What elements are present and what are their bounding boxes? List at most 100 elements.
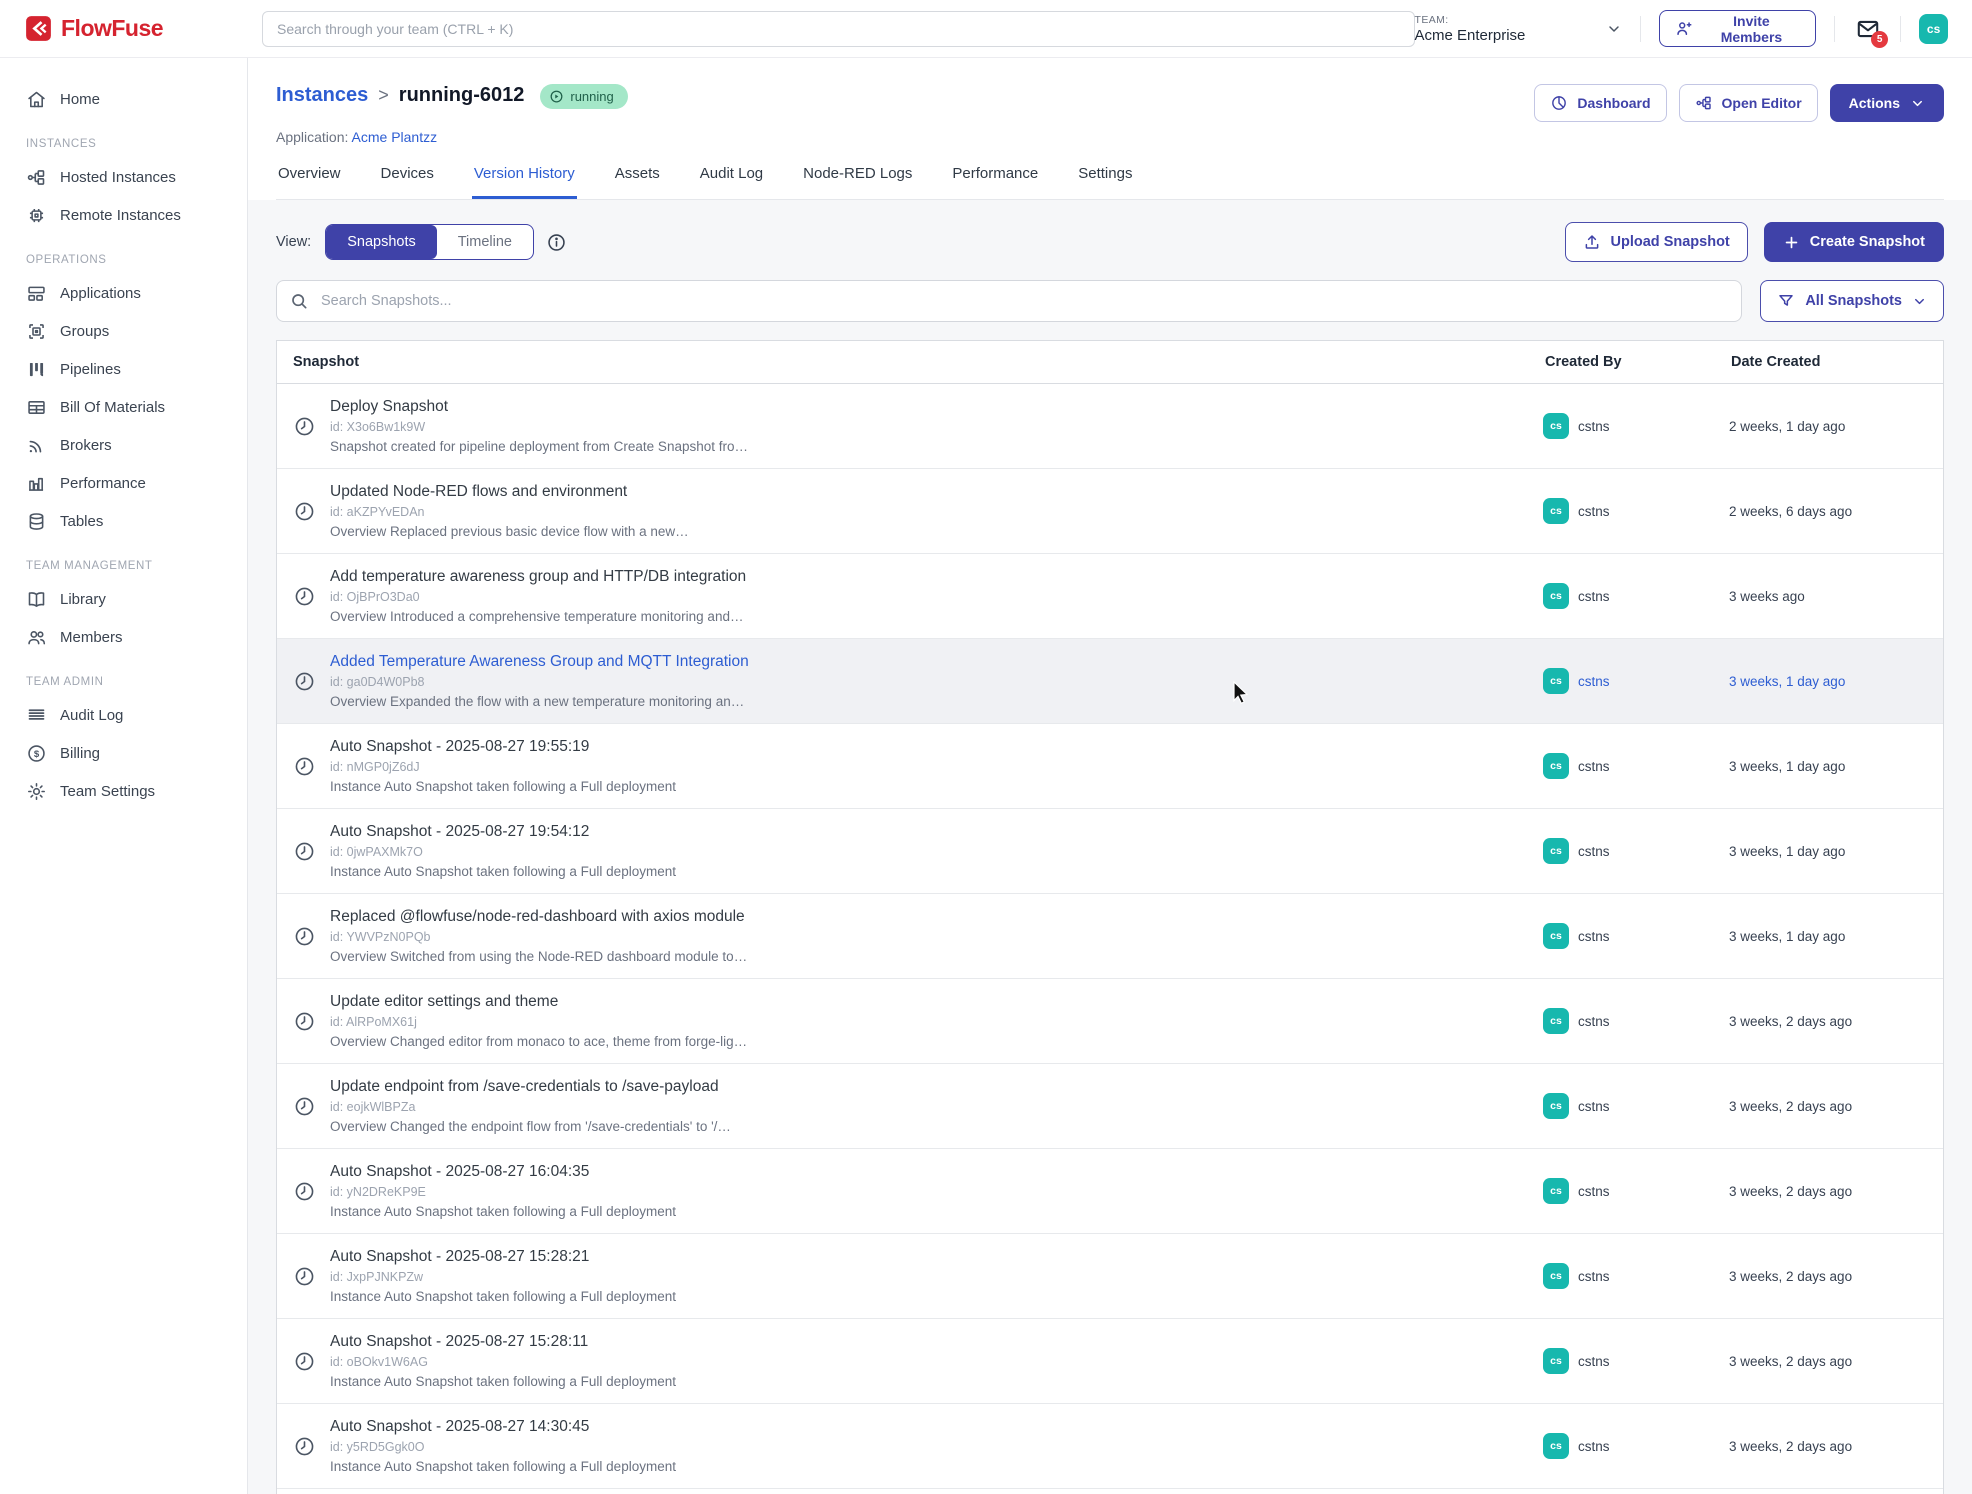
table-row[interactable]: Deploy Snapshot id: X3o6Bw1k9W Snapshot … [277, 384, 1943, 469]
sidebar-item-tables[interactable]: Tables [0, 502, 247, 540]
sidebar-item-remote-instances[interactable]: Remote Instances [0, 196, 247, 234]
snapshot-title[interactable]: Updated Node-RED flows and environment [330, 483, 689, 501]
version-history-content: View: Snapshots Timeline Upload Snapshot [248, 200, 1972, 1494]
sidebar-item-pipelines[interactable]: Pipelines [0, 350, 247, 388]
date-created: 3 weeks, 2 days ago [1729, 1064, 1929, 1148]
table-row[interactable]: Add temperature awareness group and HTTP… [277, 554, 1943, 639]
column-header-snapshot: Snapshot [291, 341, 1543, 383]
divider [1834, 16, 1835, 42]
creator-avatar: cs [1543, 1093, 1569, 1119]
breadcrumb: Instances > running-6012 [276, 84, 524, 107]
snapshot-title[interactable]: Auto Snapshot - 2025-08-27 15:28:21 [330, 1248, 676, 1266]
clock-icon [293, 1350, 316, 1373]
snapshot-title[interactable]: Add temperature awareness group and HTTP… [330, 568, 746, 586]
creator-name: cstns [1578, 589, 1610, 604]
sidebar-item-members[interactable]: Members [0, 618, 247, 656]
upload-snapshot-button[interactable]: Upload Snapshot [1565, 222, 1748, 262]
dashboard-button[interactable]: Dashboard [1534, 84, 1666, 122]
create-snapshot-button[interactable]: Create Snapshot [1764, 222, 1944, 262]
sidebar-item-audit-log[interactable]: Audit Log [0, 696, 247, 734]
snapshot-title[interactable]: Auto Snapshot - 2025-08-27 19:55:19 [330, 738, 676, 756]
table-row[interactable]: Auto Snapshot - 2025-08-27 15:28:11 id: … [277, 1319, 1943, 1404]
team-selector[interactable]: TEAM: Acme Enterprise [1415, 14, 1623, 44]
editor-flow-icon [1695, 94, 1713, 112]
table-row[interactable]: Auto Snapshot - 2025-08-27 19:55:19 id: … [277, 724, 1943, 809]
sidebar-item-library[interactable]: Library [0, 580, 247, 618]
snapshot-id: id: X3o6Bw1k9W [330, 420, 748, 434]
table-row[interactable]: Auto Snapshot - 2025-08-27 16:04:35 id: … [277, 1149, 1943, 1234]
invite-members-button[interactable]: Invite Members [1659, 10, 1816, 47]
table-row[interactable]: Update endpoint from /save-credentials t… [277, 1064, 1943, 1149]
notifications-button[interactable]: 5 [1853, 14, 1882, 44]
hosted-instances-icon [26, 167, 47, 188]
snapshot-title[interactable]: Auto Snapshot - 2025-08-27 15:28:11 [330, 1333, 676, 1351]
table-row[interactable]: Auto Snapshot - 2025-08-27 19:54:12 id: … [277, 809, 1943, 894]
table-row[interactable]: Added Temperature Awareness Group and MQ… [277, 639, 1943, 724]
snapshot-title[interactable]: Auto Snapshot - 2025-08-27 19:54:12 [330, 823, 676, 841]
tab[interactable]: Devices [379, 165, 436, 199]
creator-avatar: cs [1543, 498, 1569, 524]
tab[interactable]: Settings [1076, 165, 1134, 199]
user-avatar[interactable]: cs [1919, 14, 1948, 44]
snapshot-id: id: yN2DReKP9E [330, 1185, 676, 1199]
date-created: 3 weeks, 2 days ago [1729, 1319, 1929, 1403]
table-row[interactable]: Auto Snapshot - 2025-08-27 15:28:21 id: … [277, 1234, 1943, 1319]
creator-name: cstns [1578, 1184, 1610, 1199]
tab[interactable]: Overview [276, 165, 343, 199]
snapshot-filter-label: All Snapshots [1805, 293, 1902, 309]
sidebar-section-operations: OPERATIONS [26, 254, 247, 266]
sidebar-item-billing[interactable]: $ Billing [0, 734, 247, 772]
team-search-input[interactable] [262, 11, 1415, 47]
tables-icon [26, 511, 47, 532]
actions-label: Actions [1849, 95, 1900, 111]
column-header-date-created: Date Created [1729, 341, 1929, 383]
sidebar-item-groups[interactable]: Groups [0, 312, 247, 350]
tab[interactable]: Version History [472, 165, 577, 199]
snapshot-title[interactable]: Auto Snapshot - 2025-08-27 14:30:45 [330, 1418, 676, 1436]
snapshot-search-input[interactable] [276, 280, 1742, 322]
page-title: running-6012 [399, 84, 525, 107]
creator-name: cstns [1578, 504, 1610, 519]
sidebar-item-label: Remote Instances [60, 207, 181, 224]
clock-icon [293, 840, 316, 863]
tab[interactable]: Assets [613, 165, 662, 199]
snapshot-title[interactable]: Update endpoint from /save-credentials t… [330, 1078, 731, 1096]
sidebar-item-home[interactable]: Home [0, 80, 247, 118]
snapshot-filter-button[interactable]: All Snapshots [1760, 280, 1944, 322]
table-row[interactable]: Update editor settings and theme id: AlR… [277, 979, 1943, 1064]
clock-icon [293, 585, 316, 608]
flowfuse-logo[interactable]: FlowFuse [25, 15, 262, 42]
sidebar-item-performance[interactable]: Performance [0, 464, 247, 502]
tab[interactable]: Audit Log [698, 165, 765, 199]
snapshot-title[interactable]: Auto Snapshot - 2025-08-27 16:04:35 [330, 1163, 676, 1181]
creator-name: cstns [1578, 929, 1610, 944]
table-row[interactable]: Add HTTP endpoint for saving credentials… [277, 1489, 1943, 1494]
table-row[interactable]: Replaced @flowfuse/node-red-dashboard wi… [277, 894, 1943, 979]
snapshot-title[interactable]: Deploy Snapshot [330, 398, 748, 416]
table-row[interactable]: Updated Node-RED flows and environment i… [277, 469, 1943, 554]
snapshots-toggle-button[interactable]: Snapshots [326, 225, 437, 259]
snapshot-title[interactable]: Replaced @flowfuse/node-red-dashboard wi… [330, 908, 747, 926]
main-panel: Instances > running-6012 running Dashboa… [248, 58, 1972, 1494]
snapshot-title[interactable]: Added Temperature Awareness Group and MQ… [330, 653, 749, 671]
tab[interactable]: Performance [950, 165, 1040, 199]
applications-icon [26, 283, 47, 304]
snapshot-title[interactable]: Update editor settings and theme [330, 993, 747, 1011]
info-icon[interactable] [546, 232, 567, 253]
open-editor-button[interactable]: Open Editor [1679, 84, 1818, 122]
sidebar-item-bill-of-materials[interactable]: Bill Of Materials [0, 388, 247, 426]
view-toggle: Snapshots Timeline [325, 224, 534, 260]
actions-button[interactable]: Actions [1830, 84, 1944, 122]
sidebar-item-applications[interactable]: Applications [0, 274, 247, 312]
dashboard-label: Dashboard [1577, 95, 1650, 111]
sidebar-item-brokers[interactable]: Brokers [0, 426, 247, 464]
sidebar-item-hosted-instances[interactable]: Hosted Instances [0, 158, 247, 196]
timeline-toggle-button[interactable]: Timeline [437, 225, 533, 259]
date-created: 2 weeks, 1 day ago [1729, 384, 1929, 468]
table-row[interactable]: Auto Snapshot - 2025-08-27 14:30:45 id: … [277, 1404, 1943, 1489]
breadcrumb-instances-link[interactable]: Instances [276, 84, 368, 107]
notification-count-badge: 5 [1871, 31, 1888, 48]
sidebar-item-team-settings[interactable]: Team Settings [0, 772, 247, 810]
tab[interactable]: Node-RED Logs [801, 165, 914, 199]
application-link[interactable]: Acme Plantzz [352, 129, 438, 145]
